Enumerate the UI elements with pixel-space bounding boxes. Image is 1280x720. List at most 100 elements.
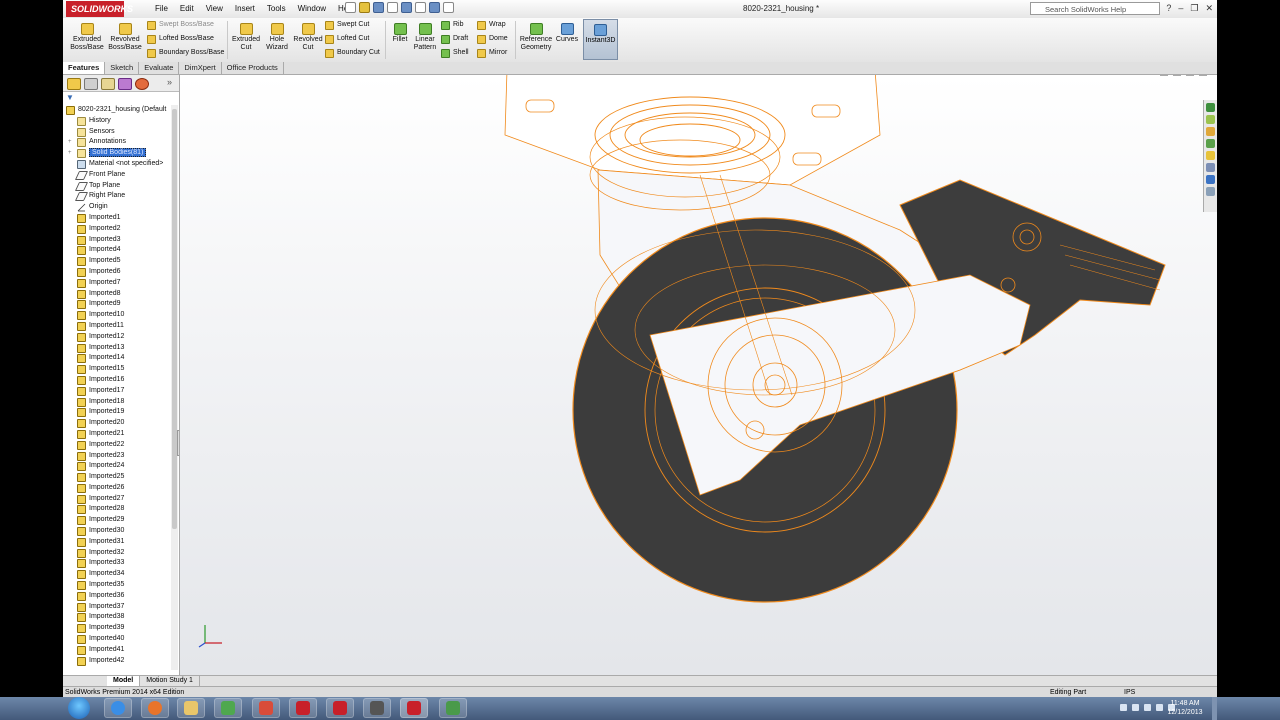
configuration-manager-icon[interactable] bbox=[101, 78, 115, 90]
tree-item-imported[interactable]: Imported28 bbox=[66, 504, 172, 515]
tab-office-products[interactable]: Office Products bbox=[222, 62, 284, 74]
expand-panel-icon[interactable]: » bbox=[167, 77, 172, 87]
print-icon[interactable] bbox=[387, 2, 398, 13]
tree-item-imported[interactable]: Imported42 bbox=[66, 656, 172, 667]
graphics-area[interactable] bbox=[180, 75, 1217, 675]
taskbar-app3[interactable] bbox=[363, 698, 391, 718]
tree-item-history[interactable]: History bbox=[66, 116, 172, 127]
tree-item-imported[interactable]: Imported9 bbox=[66, 299, 172, 310]
tree-item-imported[interactable]: Imported29 bbox=[66, 515, 172, 526]
tree-item-imported[interactable]: Imported5 bbox=[66, 256, 172, 267]
revolved-cut-button[interactable]: Revolved Cut bbox=[293, 22, 323, 52]
save-icon[interactable] bbox=[373, 2, 384, 13]
tree-item-origin[interactable]: Origin bbox=[66, 202, 172, 213]
units-button[interactable]: IPS bbox=[1124, 687, 1135, 697]
tree-item-imported[interactable]: Imported6 bbox=[66, 267, 172, 278]
taskbar-solidworks-1[interactable] bbox=[289, 698, 317, 718]
fillet-button[interactable]: Fillet bbox=[389, 22, 411, 44]
tree-item-imported[interactable]: Imported13 bbox=[66, 343, 172, 354]
taskbar-firefox[interactable] bbox=[141, 698, 169, 718]
filter-icon[interactable]: ▼ bbox=[66, 93, 74, 102]
menu-insert[interactable]: Insert bbox=[229, 0, 261, 18]
display-manager-icon[interactable] bbox=[135, 78, 149, 90]
tree-item-imported[interactable]: Imported2 bbox=[66, 224, 172, 235]
tree-item-imported[interactable]: Imported24 bbox=[66, 461, 172, 472]
menu-tools[interactable]: Tools bbox=[261, 0, 292, 18]
tree-item-imported[interactable]: Imported1 bbox=[66, 213, 172, 224]
linear-pattern-button[interactable]: Linear Pattern bbox=[411, 22, 439, 52]
tree-item-imported[interactable]: Imported22 bbox=[66, 440, 172, 451]
tree-item-imported[interactable]: Imported21 bbox=[66, 429, 172, 440]
lofted-boss-button[interactable]: Lofted Boss/Base bbox=[147, 34, 214, 44]
tree-item-imported[interactable]: Imported38 bbox=[66, 612, 172, 623]
restore-button[interactable]: ❐ bbox=[1190, 3, 1198, 14]
select-icon[interactable] bbox=[415, 2, 426, 13]
taskbar-ie[interactable] bbox=[104, 698, 132, 718]
flag-icon[interactable] bbox=[1156, 704, 1163, 711]
tree-item-imported[interactable]: Imported3 bbox=[66, 235, 172, 246]
taskbar-explorer[interactable] bbox=[177, 698, 205, 718]
boundary-cut-button[interactable]: Boundary Cut bbox=[325, 48, 380, 58]
extruded-cut-button[interactable]: Extruded Cut bbox=[231, 22, 261, 52]
draft-button[interactable]: Draft bbox=[441, 34, 468, 44]
tree-item-imported[interactable]: Imported40 bbox=[66, 634, 172, 645]
taskbar-app1[interactable] bbox=[214, 698, 242, 718]
tree-item-imported[interactable]: Imported23 bbox=[66, 451, 172, 462]
tree-item-right-plane[interactable]: Right Plane bbox=[66, 191, 172, 202]
axle-hub[interactable] bbox=[752, 362, 798, 408]
menu-view[interactable]: View bbox=[200, 0, 229, 18]
tree-item-imported[interactable]: Imported35 bbox=[66, 580, 172, 591]
tree-item-imported[interactable]: Imported32 bbox=[66, 548, 172, 559]
undo-icon[interactable] bbox=[401, 2, 412, 13]
tree-item-solid-bodies[interactable]: + Solid Bodies(81) bbox=[66, 148, 172, 159]
tree-item-imported[interactable]: Imported15 bbox=[66, 364, 172, 375]
feature-tree-icon[interactable] bbox=[67, 78, 81, 90]
mirror-button[interactable]: Mirror bbox=[477, 48, 507, 58]
options-icon[interactable] bbox=[443, 2, 454, 13]
tree-item-imported[interactable]: Imported16 bbox=[66, 375, 172, 386]
tab-evaluate[interactable]: Evaluate bbox=[139, 62, 180, 74]
tree-item-imported[interactable]: Imported11 bbox=[66, 321, 172, 332]
help-icon[interactable]: ? bbox=[1166, 3, 1171, 14]
instant3d-button[interactable]: Instant3D bbox=[583, 19, 618, 60]
tree-item-imported[interactable]: Imported25 bbox=[66, 472, 172, 483]
caster-wheel-model[interactable] bbox=[180, 75, 1217, 675]
revolved-boss-button[interactable]: Revolved Boss/Base bbox=[107, 22, 143, 52]
tab-sketch[interactable]: Sketch bbox=[105, 62, 140, 74]
dimxpert-manager-icon[interactable] bbox=[118, 78, 132, 90]
tree-item-imported[interactable]: Imported34 bbox=[66, 569, 172, 580]
show-desktop-button[interactable] bbox=[1212, 697, 1217, 720]
network-icon[interactable] bbox=[1132, 704, 1139, 711]
tree-item-imported[interactable]: Imported31 bbox=[66, 537, 172, 548]
minimize-button[interactable]: – bbox=[1178, 3, 1183, 14]
tree-item-imported[interactable]: Imported26 bbox=[66, 483, 172, 494]
tree-item-imported[interactable]: Imported8 bbox=[66, 289, 172, 300]
tray-arrow-icon[interactable] bbox=[1120, 704, 1127, 711]
taskbar-app4[interactable] bbox=[439, 698, 467, 718]
hole-wizard-button[interactable]: Hole Wizard bbox=[263, 22, 291, 52]
tree-item-imported[interactable]: Imported36 bbox=[66, 591, 172, 602]
taskbar-app2[interactable] bbox=[252, 698, 280, 718]
start-button[interactable] bbox=[68, 697, 90, 719]
reference-geometry-button[interactable]: Reference Geometry bbox=[518, 22, 554, 52]
tree-item-imported[interactable]: Imported37 bbox=[66, 602, 172, 613]
tree-root-part[interactable]: 8020-2321_housing (Default bbox=[66, 105, 172, 116]
tab-features[interactable]: Features bbox=[63, 62, 106, 74]
boundary-boss-button[interactable]: Boundary Boss/Base bbox=[147, 48, 224, 58]
expand-icon[interactable]: + bbox=[68, 139, 74, 145]
dome-button[interactable]: Dome bbox=[477, 34, 508, 44]
tree-item-imported[interactable]: Imported33 bbox=[66, 558, 172, 569]
wrap-button[interactable]: Wrap bbox=[477, 20, 506, 30]
new-document-icon[interactable] bbox=[345, 2, 356, 13]
tree-item-imported[interactable]: Imported4 bbox=[66, 245, 172, 256]
rebuild-icon[interactable] bbox=[429, 2, 440, 13]
tree-item-imported[interactable]: Imported14 bbox=[66, 353, 172, 364]
menu-edit[interactable]: Edit bbox=[174, 0, 200, 18]
rib-button[interactable]: Rib bbox=[441, 20, 464, 30]
tree-item-material[interactable]: Material <not specified> bbox=[66, 159, 172, 170]
taskbar-solidworks-active[interactable] bbox=[400, 698, 428, 718]
shell-button[interactable]: Shell bbox=[441, 48, 469, 58]
volume-icon[interactable] bbox=[1144, 704, 1151, 711]
tree-item-sensors[interactable]: Sensors bbox=[66, 127, 172, 138]
tab-motion-study[interactable]: Motion Study 1 bbox=[140, 676, 200, 686]
